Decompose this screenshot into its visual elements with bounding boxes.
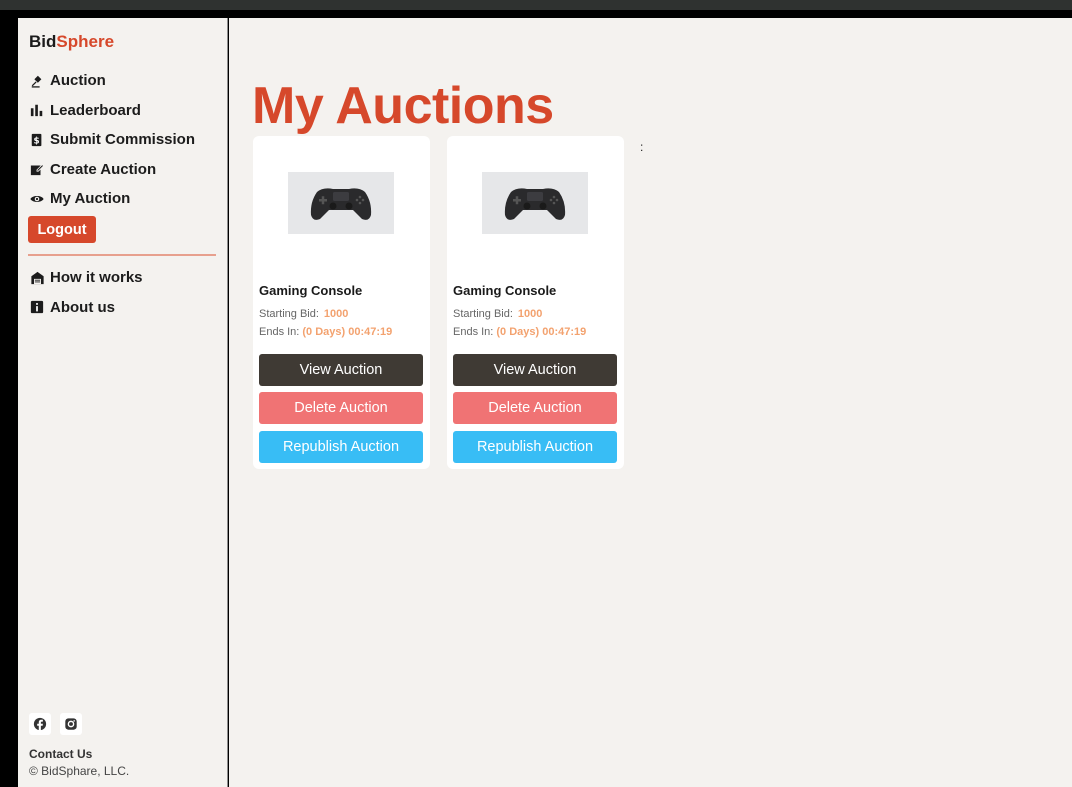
sidebar-item-label: How it works (50, 269, 143, 287)
window-left-border (0, 10, 18, 787)
secondary-nav: How it works About us (29, 263, 143, 322)
brand-part-2: Sphere (56, 32, 115, 51)
starting-bid-row: Starting Bid: 1000 (259, 308, 348, 320)
page-title: My Auctions (252, 77, 554, 135)
copyright-text: © BidSphare, LLC. (29, 764, 130, 778)
sidebar-item-label: About us (50, 298, 115, 316)
logout-button[interactable]: Logout (28, 216, 96, 243)
bar-chart-icon (29, 102, 45, 118)
starting-bid-label: Starting Bid: (259, 308, 319, 320)
starting-bid-row: Starting Bid: 1000 (453, 308, 542, 320)
gavel-icon (29, 73, 45, 89)
auction-image (482, 172, 588, 234)
contact-us-link[interactable]: Contact Us (29, 747, 92, 761)
starting-bid-label: Starting Bid: (453, 308, 513, 320)
ends-in-value: (0 Days) 00:47:19 (496, 326, 587, 338)
svg-text:$: $ (34, 136, 40, 146)
sidebar-item-leaderboard[interactable]: Leaderboard (29, 96, 195, 126)
game-controller-icon (310, 188, 372, 220)
auction-card: Gaming Console Starting Bid: 1000 Ends In… (447, 136, 624, 469)
sidebar-item-label: My Auction (50, 190, 131, 208)
receipt-icon: $ (29, 132, 45, 148)
ends-in-value: (0 Days) 00:47:19 (302, 326, 393, 338)
sidebar-item-label: Submit Commission (50, 131, 196, 149)
window-top-border (0, 0, 1072, 10)
ends-in-row: Ends In: (0 Days) 00:47:19 (259, 326, 392, 338)
info-icon (29, 299, 45, 315)
delete-auction-button[interactable]: Delete Auction (453, 392, 617, 424)
republish-auction-button[interactable]: Republish Auction (453, 431, 617, 463)
garage-icon (29, 270, 45, 286)
sidebar-item-about-us[interactable]: About us (29, 293, 143, 323)
republish-auction-button[interactable]: Republish Auction (259, 431, 423, 463)
stray-colon-text: : (640, 140, 644, 154)
auction-card: Gaming Console Starting Bid: 1000 Ends In… (253, 136, 430, 469)
brand-part-1: Bid (29, 32, 57, 51)
starting-bid-value: 1000 (323, 308, 349, 320)
primary-nav: Auction Leaderboard $ Submit Commission … (29, 66, 195, 214)
sidebar-item-how-it-works[interactable]: How it works (29, 263, 143, 293)
eye-icon (29, 191, 45, 207)
sidebar-item-label: Create Auction (50, 160, 157, 178)
auction-image (288, 172, 394, 234)
brand-logo[interactable]: BidSphere (29, 32, 114, 52)
sidebar: BidSphere Auction Leaderboard $ Submit C… (18, 18, 228, 787)
sidebar-item-label: Auction (50, 72, 106, 90)
edit-icon (29, 161, 45, 177)
facebook-icon[interactable] (29, 713, 51, 735)
auction-title: Gaming Console (259, 283, 363, 298)
sidebar-item-label: Leaderboard (50, 101, 141, 119)
main-content: My Auctions : Gaming Console Starting Bi… (229, 18, 1072, 787)
sidebar-item-submit-commission[interactable]: $ Submit Commission (29, 125, 195, 155)
ends-in-label: Ends In: (259, 326, 300, 338)
social-links (29, 713, 82, 735)
view-auction-button[interactable]: View Auction (259, 354, 423, 386)
sidebar-item-auction[interactable]: Auction (29, 66, 195, 96)
auction-title: Gaming Console (453, 283, 557, 298)
game-controller-icon (504, 188, 566, 220)
sidebar-divider (28, 254, 216, 256)
ends-in-row: Ends In: (0 Days) 00:47:19 (453, 326, 586, 338)
starting-bid-value: 1000 (517, 308, 543, 320)
view-auction-button[interactable]: View Auction (453, 354, 617, 386)
sidebar-item-my-auction[interactable]: My Auction (29, 184, 195, 214)
instagram-icon[interactable] (60, 713, 82, 735)
delete-auction-button[interactable]: Delete Auction (259, 392, 423, 424)
sidebar-item-create-auction[interactable]: Create Auction (29, 155, 195, 185)
ends-in-label: Ends In: (453, 326, 494, 338)
